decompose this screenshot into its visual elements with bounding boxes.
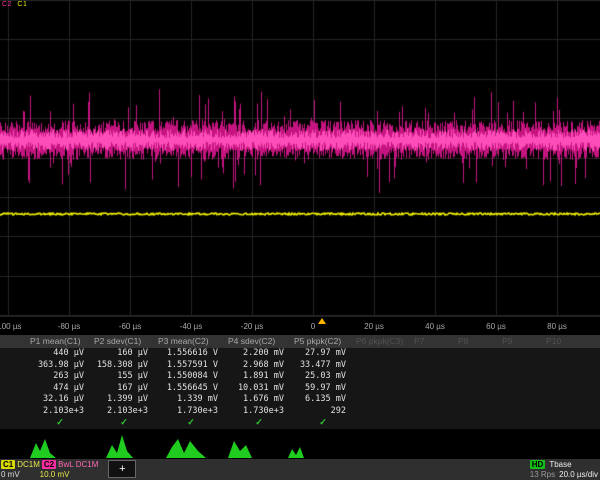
measure-value: 155 µV: [92, 371, 156, 381]
param-header-p1[interactable]: P1 mean(C1): [28, 336, 92, 346]
histicon-p4: [228, 441, 252, 458]
measure-value: 1.399 µV: [92, 394, 156, 404]
measure-value: 6.135 mV: [292, 394, 354, 404]
time-tick-label: 80 µs: [547, 322, 567, 331]
histicon-p5: [288, 447, 304, 458]
status-check-icon: ✓: [92, 417, 156, 428]
measure-value: 32.16 µV: [28, 394, 92, 404]
time-tick-label: -20 µs: [241, 322, 263, 331]
trigger-position-marker[interactable]: [318, 318, 326, 324]
measure-value: 2.103e+3: [92, 406, 156, 416]
measure-value: 1.556645 V: [156, 383, 226, 393]
measure-row-status: ✓ ✓ ✓ ✓ ✓: [0, 417, 600, 429]
time-tick-label: -80 µs: [58, 322, 80, 331]
status-check-icon: ✓: [156, 417, 226, 428]
measure-value: 160 µV: [92, 348, 156, 358]
measure-value: 1.891 mV: [226, 371, 292, 381]
measure-row-num: 2.103e+3 2.103e+3 1.730e+3 1.730e+3 292: [0, 405, 600, 417]
plus-icon: +: [119, 463, 125, 475]
c2-coupling-label: DC1M: [76, 460, 99, 469]
add-marker-button[interactable]: +: [108, 460, 136, 478]
param-header-p4[interactable]: P4 sdev(C2): [226, 336, 292, 346]
measure-value: 363.98 µV: [28, 360, 92, 370]
measure-value: 2.200 mV: [226, 348, 292, 358]
channel-descriptors: C1 DC1M C2 BwL DC1M 0 mV 10.0 mV: [1, 460, 98, 480]
measure-value: 167 µV: [92, 383, 156, 393]
hd-mode-badge: HD: [530, 460, 546, 469]
measure-value: 1.730e+3: [156, 406, 226, 416]
measure-row-value: 440 µV 160 µV 1.556616 V 2.200 mV 27.97 …: [0, 348, 600, 360]
param-header-p5[interactable]: P5 pkpk(C2): [292, 336, 354, 346]
measure-row-max: 474 µV 167 µV 1.556645 V 10.031 mV 59.97…: [0, 382, 600, 394]
status-check-icon: ✓: [292, 417, 354, 428]
time-tick-label: 60 µs: [486, 322, 506, 331]
param-header-p8[interactable]: P8: [456, 336, 500, 346]
measure-row-mean: 363.98 µV 158.308 µV 1.557591 V 2.968 mV…: [0, 359, 600, 371]
status-bar: C1 DC1M C2 BwL DC1M 0 mV 10.0 mV + HD Tb…: [0, 459, 600, 480]
status-check-icon: ✓: [226, 417, 292, 428]
rps-value: 13 Rps: [530, 470, 555, 479]
param-header-p6[interactable]: P6 pkpk(C3): [354, 336, 412, 346]
measure-value: 25.03 mV: [292, 371, 354, 381]
measure-row-min: 263 µV 155 µV 1.550084 V 1.891 mV 25.03 …: [0, 371, 600, 383]
measure-value: 2.103e+3: [28, 406, 92, 416]
timebase-descriptor[interactable]: HD Tbase 13 Rps 20.0 µs/div: [530, 460, 598, 480]
measurement-table: P1 mean(C1) P2 sdev(C1) P3 mean(C2) P4 s…: [0, 335, 600, 429]
measure-value: 27.97 mV: [292, 348, 354, 358]
measure-value: 1.550084 V: [156, 371, 226, 381]
histicon-p1: [30, 439, 56, 458]
time-tick-label: -60 µs: [119, 322, 141, 331]
time-axis: -100 µs -80 µs -60 µs -40 µs -20 µs 0 20…: [0, 316, 600, 335]
time-tick-label: 40 µs: [425, 322, 445, 331]
measure-value: 1.339 mV: [156, 394, 226, 404]
measure-value: 1.557591 V: [156, 360, 226, 370]
tdiv-value: 20.0 µs/div: [559, 470, 598, 479]
time-tick-label: -40 µs: [180, 322, 202, 331]
channel-c2-indicator: C2: [2, 1, 12, 8]
measure-row-sdev: 32.16 µV 1.399 µV 1.339 mV 1.676 mV 6.13…: [0, 394, 600, 406]
measure-value: 2.968 mV: [226, 360, 292, 370]
status-check-icon: ✓: [28, 417, 92, 428]
measure-value: 1.556616 V: [156, 348, 226, 358]
param-header-p7[interactable]: P7: [412, 336, 456, 346]
measure-value: 440 µV: [28, 348, 92, 358]
measure-value: 263 µV: [28, 371, 92, 381]
measure-value: 59.97 mV: [292, 383, 354, 393]
time-tick-label: -100 µs: [0, 322, 21, 331]
param-header-p2[interactable]: P2 sdev(C1): [92, 336, 156, 346]
c2-descriptor-badge[interactable]: C2: [42, 460, 56, 469]
histicon-p3: [166, 439, 206, 458]
c1-descriptor-badge[interactable]: C1: [1, 460, 15, 469]
c2-bwl-label: BwL: [58, 460, 74, 469]
param-header-p10[interactable]: P10: [544, 336, 588, 346]
oscilloscope-screen: C2 C1 -100 µs -80 µs -60 µs -40 µs -20 µ…: [0, 0, 600, 480]
measure-value: 292: [292, 406, 354, 416]
measure-value: 1.730e+3: [226, 406, 292, 416]
histicon-row: [0, 429, 600, 459]
c1-offset-value: 0 mV: [1, 470, 20, 479]
channel-c1-indicator: C1: [17, 1, 27, 8]
measure-table-header-row: P1 mean(C1) P2 sdev(C1) P3 mean(C2) P4 s…: [0, 335, 600, 348]
waveform-canvas[interactable]: [0, 0, 600, 316]
measure-value: 33.477 mV: [292, 360, 354, 370]
time-tick-label: 0: [311, 322, 315, 331]
param-header-p9[interactable]: P9: [500, 336, 544, 346]
time-tick-label: 20 µs: [364, 322, 384, 331]
histicon-p2: [106, 435, 133, 458]
measure-value: 474 µV: [28, 383, 92, 393]
tbase-label: Tbase: [549, 460, 571, 469]
measure-value: 1.676 mV: [226, 394, 292, 404]
param-header-p3[interactable]: P3 mean(C2): [156, 336, 226, 346]
c2-vdiv-value: 10.0 mV: [40, 470, 70, 479]
histicon-graphics: [0, 429, 600, 459]
measure-value: 158.308 µV: [92, 360, 156, 370]
channel-indicators: C2 C1: [2, 1, 27, 8]
measure-value: 10.031 mV: [226, 383, 292, 393]
c1-coupling-label: DC1M: [17, 460, 40, 469]
waveform-display[interactable]: C2 C1: [0, 0, 600, 316]
